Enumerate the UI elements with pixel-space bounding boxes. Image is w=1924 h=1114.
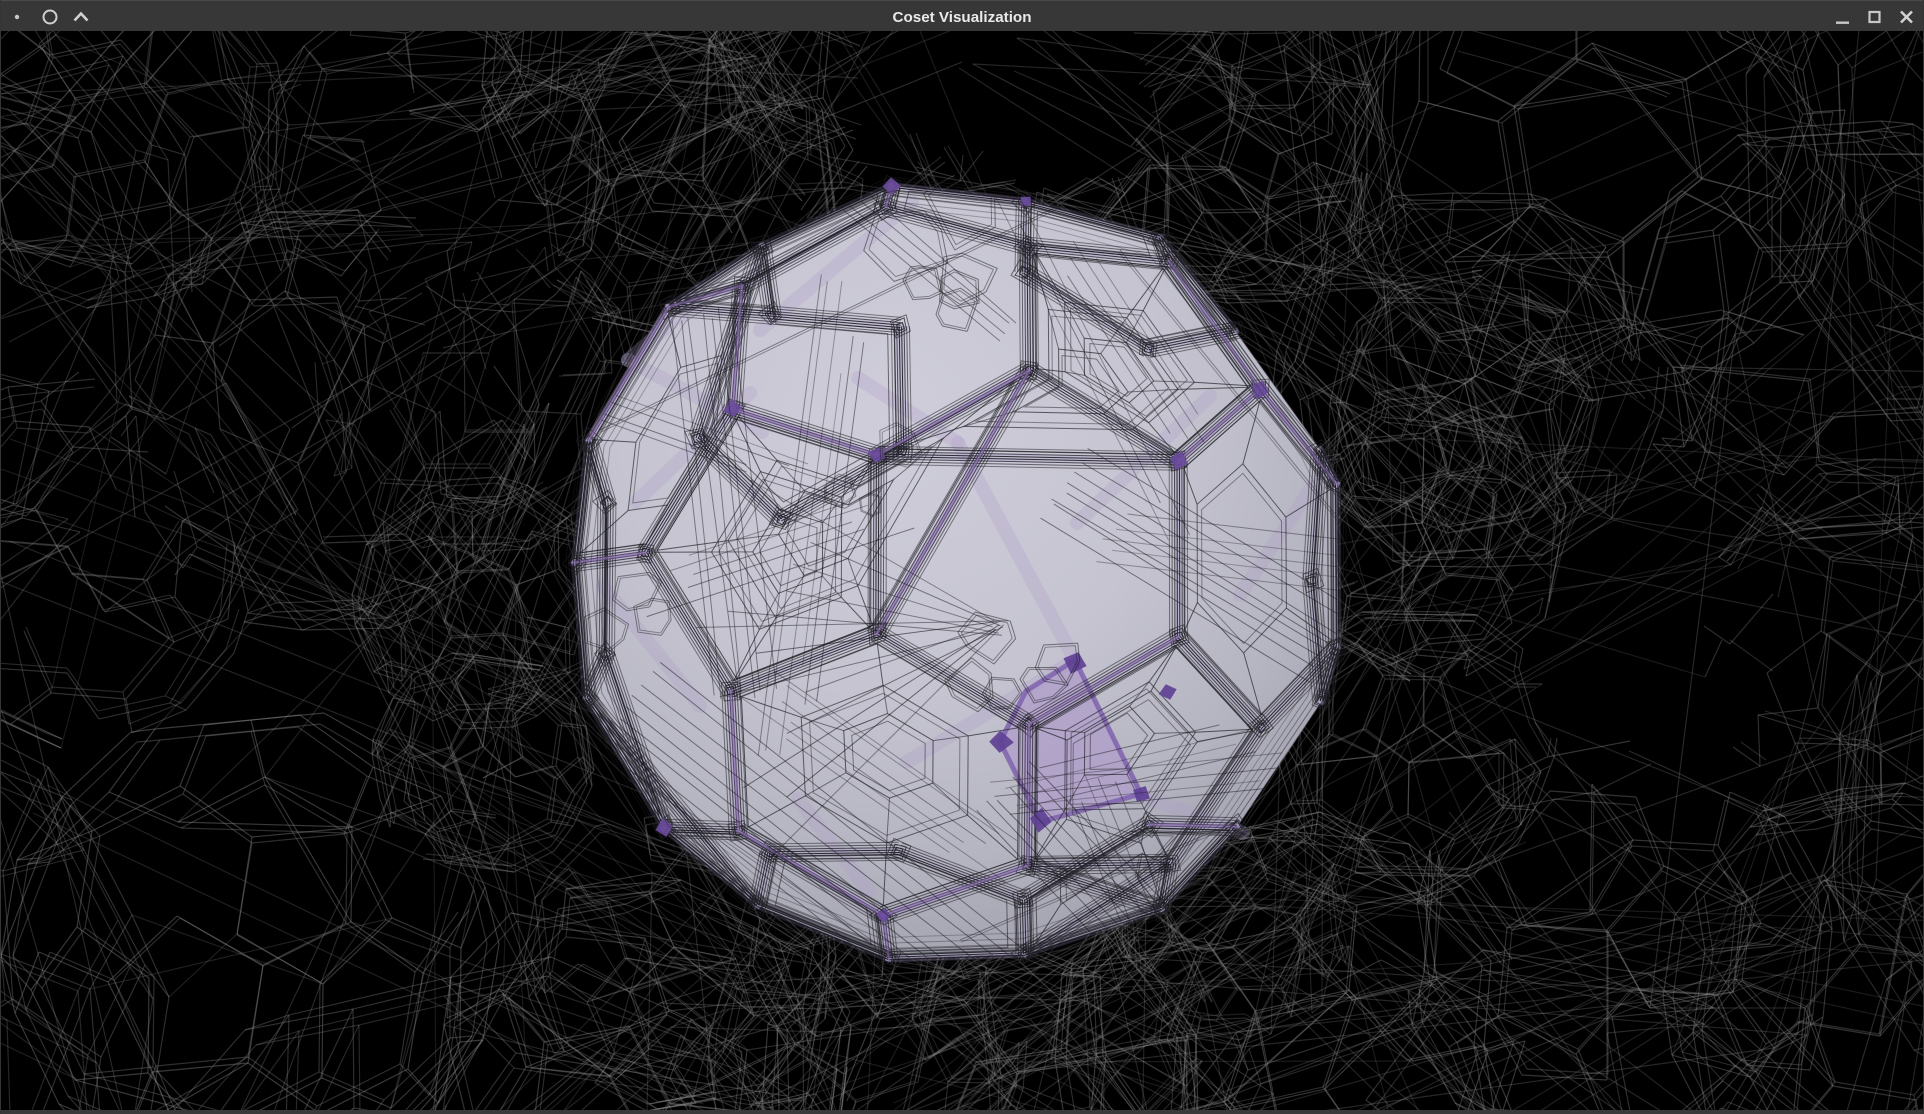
svg-text:Coset Visualization: Coset Visualization (893, 9, 1032, 26)
